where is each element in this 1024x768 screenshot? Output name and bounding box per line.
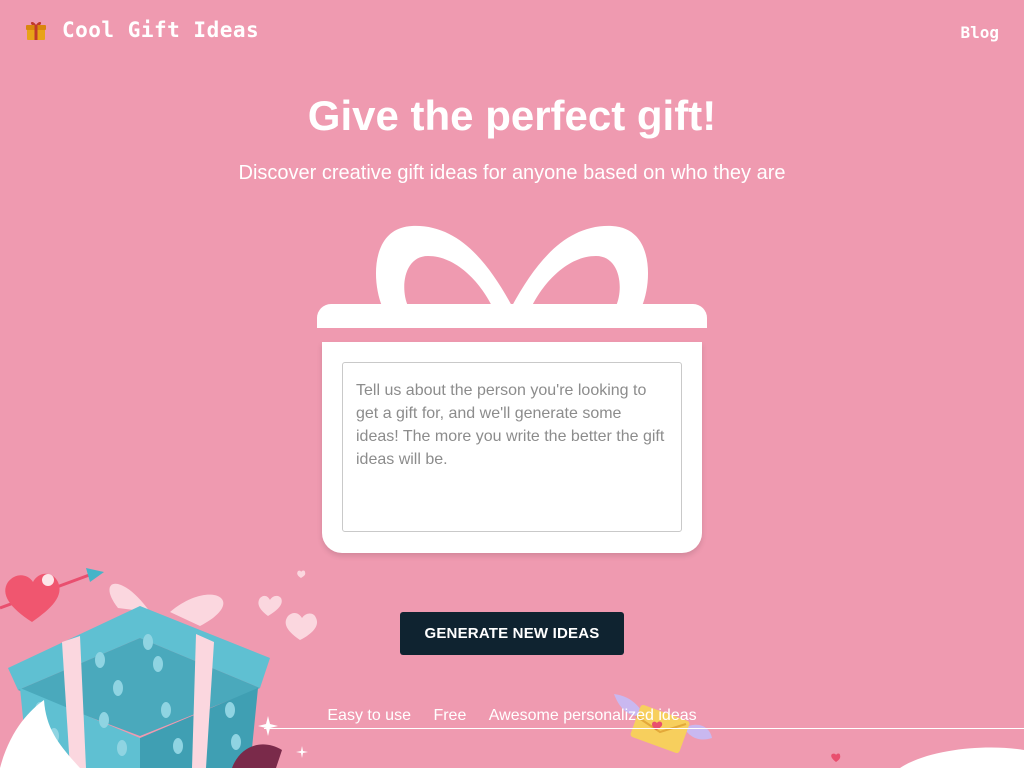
hero-title: Give the perfect gift! — [307, 92, 717, 139]
feature-item: Free — [433, 707, 467, 724]
hero-subtitle: Discover creative gift ideas for anyone … — [238, 162, 786, 184]
gift-icon — [26, 21, 46, 40]
header: Cool Gift Ideas Blog — [0, 0, 1024, 64]
generate-ideas-button[interactable]: GENERATE NEW IDEAS — [400, 612, 624, 655]
feature-list: Easy to use Free Awesome personalized id… — [0, 707, 1024, 725]
page: Cool Gift Ideas Blog Give the perfect gi… — [0, 0, 1024, 768]
feature-item: Awesome personalized ideas — [488, 707, 697, 724]
feature-item: Easy to use — [327, 707, 411, 724]
gift-box-lid — [317, 304, 707, 328]
gift-heart-illustration — [0, 568, 318, 768]
divider — [264, 728, 1024, 729]
person-description-input[interactable] — [342, 362, 682, 532]
blog-link[interactable]: Blog — [960, 23, 999, 42]
brand-title: Cool Gift Ideas — [62, 18, 260, 42]
brand-logo-link[interactable]: Cool Gift Ideas — [24, 18, 259, 42]
gift-box-card — [322, 342, 702, 553]
gift-bow-illustration — [375, 225, 649, 306]
